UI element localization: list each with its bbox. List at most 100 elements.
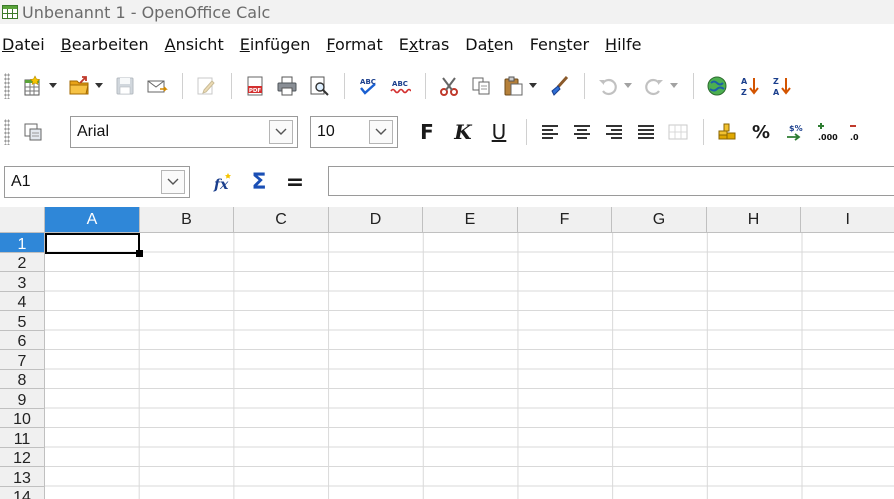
column-header-d[interactable]: D — [329, 207, 423, 233]
open-dropdown-arrow[interactable] — [94, 71, 104, 101]
calc-app-icon — [2, 5, 18, 19]
row-header-1[interactable]: 1 — [0, 233, 45, 253]
column-header-c[interactable]: C — [234, 207, 329, 233]
row-header-8[interactable]: 8 — [0, 369, 45, 389]
save-button[interactable] — [110, 71, 140, 101]
paintbrush-icon — [551, 75, 569, 96]
select-all-corner[interactable] — [0, 207, 45, 233]
menu-item-6[interactable]: Daten — [465, 35, 513, 54]
fill-handle[interactable] — [136, 250, 143, 257]
align-right-button[interactable] — [599, 117, 629, 147]
export-pdf-button[interactable]: PDF — [240, 71, 270, 101]
row-header-14[interactable]: 14 — [0, 486, 45, 499]
navigator-globe-icon — [707, 76, 727, 96]
menu-item-7[interactable]: Fenster — [530, 35, 589, 54]
align-left-button[interactable] — [535, 117, 565, 147]
chevron-down-icon — [95, 83, 103, 88]
justify-button[interactable] — [631, 117, 661, 147]
row-header-10[interactable]: 10 — [0, 408, 45, 428]
redo-button[interactable] — [639, 71, 669, 101]
column-header-g[interactable]: G — [612, 207, 707, 233]
menu-item-5[interactable]: Extras — [399, 35, 450, 54]
column-header-a[interactable]: A — [45, 207, 140, 233]
undo-dropdown-arrow[interactable] — [623, 71, 633, 101]
align-left-icon — [542, 125, 558, 139]
spellcheck-button[interactable]: ABC — [353, 71, 383, 101]
formatting-toolbar: Arial 10 F K U % $% .000 .0 — [0, 110, 894, 154]
paste-clipboard-icon — [504, 76, 523, 96]
paste-button[interactable] — [498, 71, 528, 101]
row-header-13[interactable]: 13 — [0, 467, 45, 487]
merge-cells-button[interactable] — [663, 117, 693, 147]
active-cell-a1[interactable] — [45, 233, 143, 257]
column-header-f[interactable]: F — [518, 207, 612, 233]
open-button[interactable] — [64, 71, 94, 101]
function-button[interactable]: = — [278, 167, 312, 197]
sum-button[interactable]: Σ — [242, 167, 276, 197]
formula-input[interactable] — [328, 166, 894, 196]
row-header-6[interactable]: 6 — [0, 330, 45, 350]
print-preview-button[interactable] — [304, 71, 334, 101]
column-header-e[interactable]: E — [423, 207, 518, 233]
auto-spellcheck-button[interactable]: ABC — [385, 71, 415, 101]
cell-area[interactable] — [45, 233, 894, 499]
new-dropdown-arrow[interactable] — [48, 71, 58, 101]
row-header-4[interactable]: 4 — [0, 291, 45, 311]
row-header-12[interactable]: 12 — [0, 447, 45, 467]
sort-ascending-button[interactable]: A Z — [734, 71, 764, 101]
menu-item-3[interactable]: Einfügen — [240, 35, 311, 54]
menu-item-1[interactable]: Bearbeiten — [61, 35, 149, 54]
add-decimal-place-button[interactable]: .000 — [812, 117, 842, 147]
email-document-button[interactable] — [142, 71, 172, 101]
new-document-button[interactable] — [18, 71, 48, 101]
toolbar-grip[interactable] — [4, 73, 10, 99]
font-name-dropdown-button[interactable] — [269, 120, 293, 144]
bold-button[interactable]: F — [410, 117, 444, 147]
navigator-button[interactable] — [702, 71, 732, 101]
name-box-value: A1 — [11, 173, 31, 190]
column-header-b[interactable]: B — [140, 207, 234, 233]
title-bar: Unbenannt 1 - OpenOffice Calc — [0, 0, 894, 24]
sort-ascending-icon: A Z — [741, 77, 759, 97]
currency-format-button[interactable] — [712, 117, 742, 147]
row-header-9[interactable]: 9 — [0, 389, 45, 409]
auto-spellcheck-icon: ABC — [390, 80, 411, 94]
styles-formatting-button[interactable] — [18, 117, 48, 147]
column-header-i[interactable]: I — [801, 207, 894, 233]
toolbar-grip[interactable] — [4, 119, 10, 145]
menu-item-accelerator: H — [605, 34, 618, 54]
column-header-h[interactable]: H — [707, 207, 801, 233]
menu-item-4[interactable]: Format — [326, 35, 382, 54]
clone-formatting-button[interactable] — [544, 71, 574, 101]
align-center-button[interactable] — [567, 117, 597, 147]
function-wizard-button[interactable]: fx — [206, 167, 240, 197]
cut-button[interactable] — [434, 71, 464, 101]
row-header-5[interactable]: 5 — [0, 311, 45, 331]
sort-descending-button[interactable]: Z A — [766, 71, 796, 101]
menu-item-8[interactable]: Hilfe — [605, 35, 641, 54]
font-name-value: Arial — [77, 123, 110, 140]
font-size-combobox[interactable]: 10 — [310, 116, 398, 148]
name-box-dropdown-button[interactable] — [161, 170, 185, 194]
paste-dropdown-arrow[interactable] — [528, 71, 538, 101]
copy-button[interactable] — [466, 71, 496, 101]
delete-decimal-place-button[interactable]: .0 — [844, 117, 874, 147]
row-header-7[interactable]: 7 — [0, 350, 45, 370]
font-size-dropdown-button[interactable] — [369, 120, 393, 144]
underline-button[interactable]: U — [482, 117, 516, 147]
row-header-2[interactable]: 2 — [0, 252, 45, 272]
percent-format-button[interactable]: % — [744, 117, 778, 147]
menu-item-text: earbeiten — [71, 34, 149, 54]
row-header-11[interactable]: 11 — [0, 428, 45, 448]
row-header-3[interactable]: 3 — [0, 272, 45, 292]
italic-button[interactable]: K — [446, 117, 480, 147]
menu-item-2[interactable]: Ansicht — [165, 35, 224, 54]
menu-item-0[interactable]: Datei — [2, 35, 45, 54]
font-name-combobox[interactable]: Arial — [70, 116, 298, 148]
edit-file-button[interactable] — [191, 71, 221, 101]
undo-button[interactable] — [593, 71, 623, 101]
print-button[interactable] — [272, 71, 302, 101]
name-box[interactable]: A1 — [4, 166, 190, 198]
standard-number-format-button[interactable]: $% — [780, 117, 810, 147]
redo-dropdown-arrow[interactable] — [669, 71, 679, 101]
